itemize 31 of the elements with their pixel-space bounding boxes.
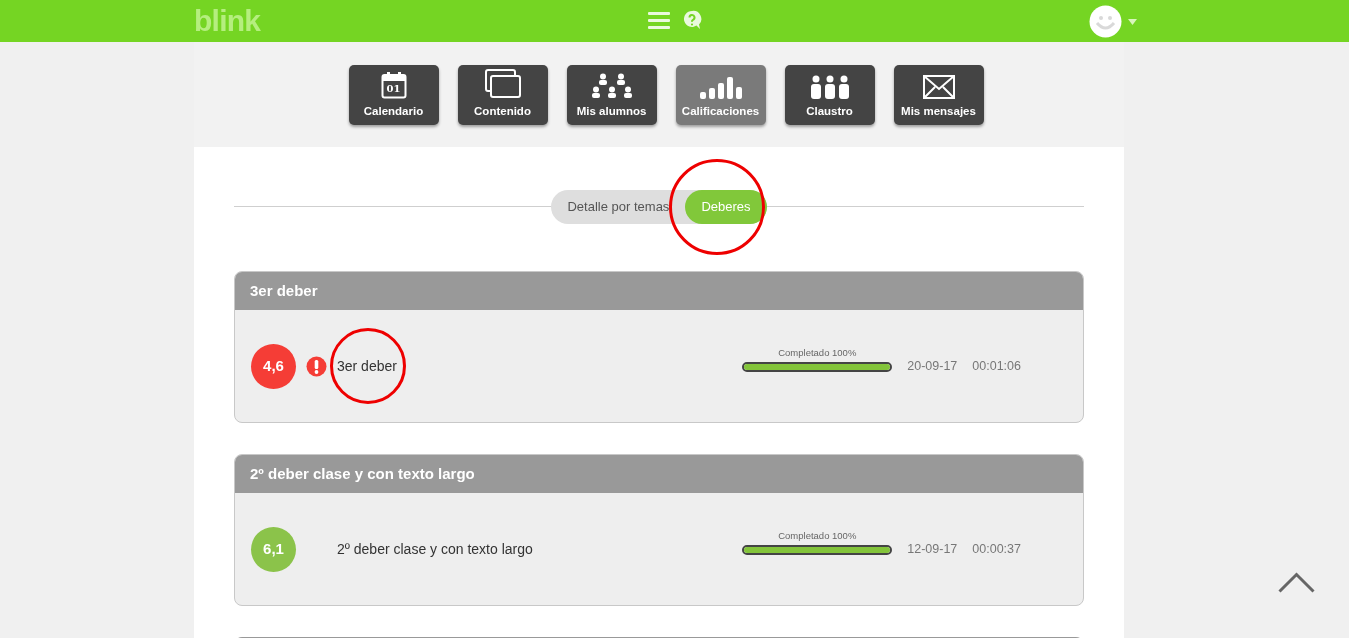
date-text: 20-09-17 bbox=[907, 357, 958, 375]
date-text: 12-09-17 bbox=[907, 540, 958, 558]
card-title: 3er deber bbox=[250, 280, 318, 301]
homework-name[interactable]: 2º deber clase y con texto largo bbox=[337, 538, 533, 560]
help-icon[interactable] bbox=[682, 10, 702, 30]
nav-button[interactable]: 01 Calendario bbox=[348, 64, 439, 125]
nav-button[interactable]: Contenido bbox=[457, 64, 548, 125]
mail-icon bbox=[922, 74, 955, 99]
nav-button[interactable]: Calificaciones bbox=[675, 64, 766, 125]
score-badge: 4,6 bbox=[251, 343, 296, 389]
duration-text: 00:00:37 bbox=[972, 540, 1021, 558]
scroll-up-icon[interactable] bbox=[1278, 572, 1315, 593]
nav-button[interactable]: Mis alumnos bbox=[566, 64, 657, 125]
score-badge: 6,1 bbox=[251, 526, 296, 572]
stacked-windows-icon bbox=[484, 68, 521, 99]
nav-button[interactable]: Mis mensajes bbox=[893, 64, 984, 125]
homework-name[interactable]: 3er deber bbox=[337, 355, 397, 377]
progress-label: Completado 100% bbox=[778, 345, 857, 360]
nav-button[interactable]: Claustro bbox=[784, 64, 875, 125]
menu-icon[interactable] bbox=[648, 11, 670, 29]
smiley-avatar-icon[interactable] bbox=[1089, 5, 1122, 38]
calendar-day: 01 bbox=[380, 82, 407, 95]
duration-text: 00:01:06 bbox=[972, 357, 1021, 375]
tab[interactable]: Detalle por temas bbox=[551, 190, 686, 224]
calendar-icon bbox=[380, 70, 407, 99]
bar-levels-icon bbox=[699, 76, 742, 99]
people-icon bbox=[808, 74, 851, 99]
card-title: 2º deber clase y con texto largo bbox=[250, 463, 475, 484]
progress-label: Completado 100% bbox=[778, 528, 857, 543]
caret-icon[interactable] bbox=[1128, 18, 1137, 25]
group-icon bbox=[591, 72, 632, 99]
